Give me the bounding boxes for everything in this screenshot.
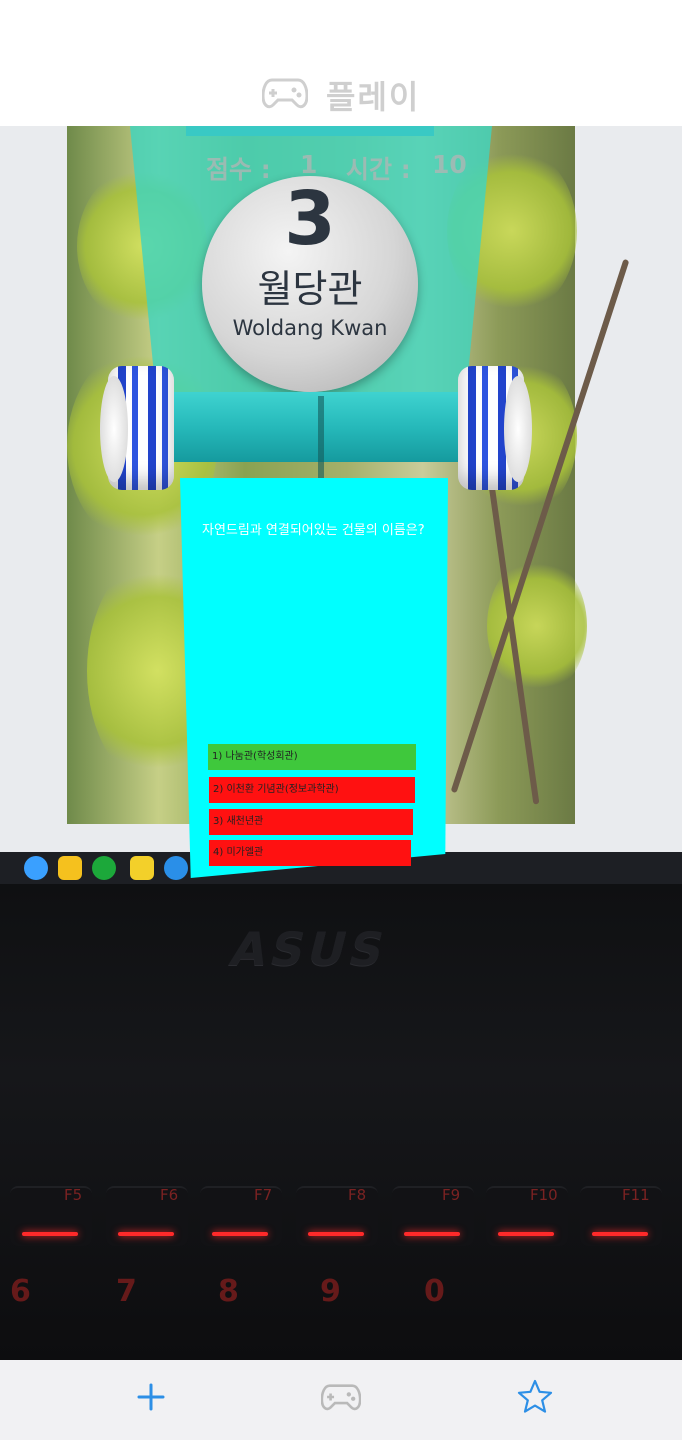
building-sign: 3 월당관 Woldang Kwan — [202, 176, 418, 392]
building-name-korean: 월당관 — [257, 267, 363, 311]
scroll-roller — [166, 392, 466, 462]
score-value: 1 — [300, 150, 318, 179]
scroll-spool-cap-right — [504, 376, 532, 482]
star-icon — [517, 1379, 553, 1419]
banner-top-strip — [186, 126, 434, 136]
fn-key-label: F11 — [622, 1186, 650, 1204]
number-key-label: 7 — [116, 1274, 137, 1309]
fn-key-label: F8 — [348, 1186, 367, 1204]
time-value: 10 — [432, 150, 467, 179]
number-key-label: 8 — [218, 1274, 239, 1309]
plus-icon — [136, 1382, 166, 1416]
number-key-label: 0 — [424, 1274, 445, 1309]
app-bar: 플레이 — [0, 0, 682, 126]
fn-key-label: F9 — [442, 1186, 461, 1204]
favorites-button[interactable] — [505, 1374, 565, 1424]
screen: 플레이 ASUS F5 F6 F7 F8 F9 F10 F11 6 7 8 9 … — [0, 0, 682, 1440]
add-button[interactable] — [121, 1374, 181, 1424]
number-key-label: 9 — [320, 1274, 341, 1309]
scroll-spool-cap-left — [100, 376, 128, 482]
scroll-roller-seam — [318, 396, 324, 478]
answer-option-1[interactable]: 1) 나눔관(학성회관) — [208, 744, 416, 770]
ar-camera-view[interactable]: ASUS F5 F6 F7 F8 F9 F10 F11 6 7 8 9 0 점수… — [0, 126, 682, 1360]
app-title-group: 플레이 — [261, 72, 421, 118]
building-name-english: Woldang Kwan — [232, 316, 388, 340]
gamepad-icon — [320, 1382, 362, 1416]
play-tab-button[interactable] — [311, 1374, 371, 1424]
laptop-brand-logo: ASUS — [225, 922, 394, 976]
answer-option-4[interactable]: 4) 미가엘관 — [209, 840, 411, 866]
number-key-label: 6 — [10, 1274, 31, 1309]
gamepad-icon — [261, 76, 309, 114]
fn-key-label: F6 — [160, 1186, 179, 1204]
fn-key-label: F5 — [64, 1186, 83, 1204]
answer-option-2[interactable]: 2) 이천환 기념관(정보과학관) — [209, 777, 415, 803]
building-number: 3 — [284, 176, 336, 262]
page-title: 플레이 — [326, 78, 421, 116]
bottom-navigation — [0, 1360, 682, 1440]
quiz-question: 자연드림과 연결되어있는 건물의 이름은? — [202, 523, 425, 538]
answer-option-3[interactable]: 3) 새천년관 — [209, 809, 413, 835]
fn-key-label: F10 — [530, 1186, 558, 1204]
fn-key-label: F7 — [254, 1186, 273, 1204]
